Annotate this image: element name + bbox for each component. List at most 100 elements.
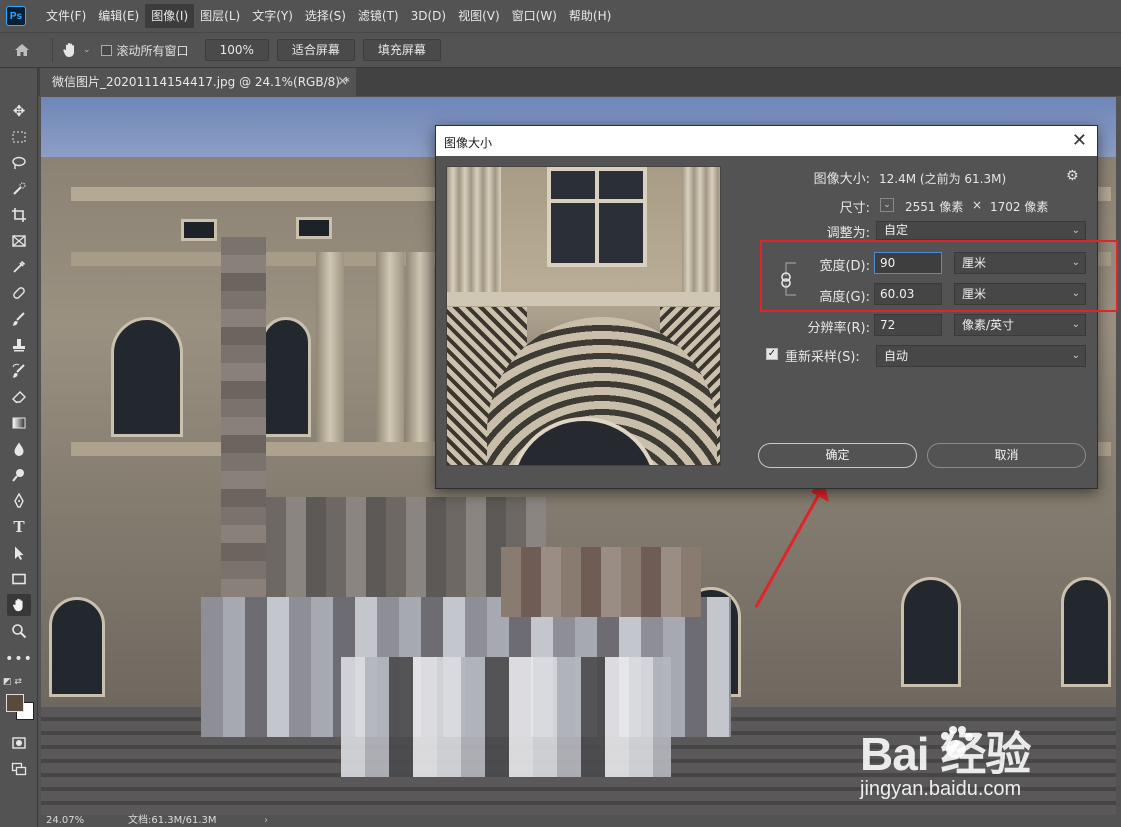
checkmark-icon: ✓ xyxy=(767,348,777,359)
dimensions-width: 2551 像素 xyxy=(905,200,964,214)
stamp-icon xyxy=(13,339,25,352)
watermark-url: jingyan.baidu.com xyxy=(860,778,1022,800)
menu-image[interactable]: 图像(I) xyxy=(145,4,195,28)
healing-brush-tool[interactable] xyxy=(7,282,31,304)
menu-type[interactable]: 文字(Y) xyxy=(246,4,299,28)
resample-checkbox[interactable]: ✓ xyxy=(766,348,778,360)
lasso-icon xyxy=(12,156,26,169)
move-icon: ✥ xyxy=(12,102,26,120)
dialog-titlebar[interactable]: 图像大小 ✕ xyxy=(436,126,1097,156)
marquee-tool[interactable] xyxy=(7,126,31,148)
scroll-all-windows-checkbox[interactable] xyxy=(100,44,112,56)
lasso-tool[interactable] xyxy=(7,152,31,174)
image-size-value: 12.4M (之前为 61.3M) xyxy=(879,172,1007,186)
preview-column xyxy=(682,167,720,292)
zoom-tool[interactable] xyxy=(7,620,31,642)
gear-icon[interactable]: ⚙ xyxy=(1066,168,1079,184)
clone-stamp-tool[interactable] xyxy=(7,334,31,356)
mosaic-blur xyxy=(221,237,266,597)
close-icon[interactable]: ✕ xyxy=(1072,130,1087,151)
image-preview[interactable] xyxy=(446,166,721,466)
type-icon: T xyxy=(13,517,25,536)
dimensions-height: 1702 像素 xyxy=(990,200,1049,214)
crop-tool[interactable] xyxy=(7,204,31,226)
mosaic-blur xyxy=(341,657,671,777)
dodge-tool[interactable] xyxy=(7,464,31,486)
screen-mode-button[interactable] xyxy=(7,758,31,780)
hand-tool-preset[interactable]: ⌄ xyxy=(61,41,91,59)
quick-mask-button[interactable] xyxy=(7,732,31,754)
resolution-input[interactable] xyxy=(874,314,942,336)
healing-brush-icon xyxy=(13,287,25,299)
menu-help[interactable]: 帮助(H) xyxy=(563,4,617,28)
fit-to-select[interactable]: 自定 ⌄ xyxy=(876,221,1086,240)
pen-icon xyxy=(14,493,24,508)
zoom-readout[interactable]: 24.07% xyxy=(46,815,84,827)
move-tool[interactable]: ✥ xyxy=(7,100,31,122)
cancel-button[interactable]: 取消 xyxy=(927,443,1086,468)
photo-window xyxy=(296,217,332,239)
mosaic-blur xyxy=(501,547,701,617)
menu-window[interactable]: 窗口(W) xyxy=(506,4,563,28)
menu-file[interactable]: 文件(F) xyxy=(40,4,92,28)
image-size-label: 图像大小: xyxy=(813,172,870,187)
ok-button[interactable]: 确定 xyxy=(758,443,917,468)
document-tab[interactable]: 微信图片_20201114154417.jpg @ 24.1%(RGB/8) *… xyxy=(40,68,356,96)
preview-window xyxy=(547,167,647,267)
menu-layer[interactable]: 图层(L) xyxy=(194,4,246,28)
brush-tool[interactable] xyxy=(7,308,31,330)
menu-select[interactable]: 选择(S) xyxy=(299,4,352,28)
menu-view[interactable]: 视图(V) xyxy=(452,4,506,28)
quick-selection-tool[interactable] xyxy=(7,178,31,200)
frame-tool[interactable] xyxy=(7,230,31,252)
hand-tool[interactable] xyxy=(7,594,31,616)
history-brush-tool[interactable] xyxy=(7,360,31,382)
photo-window xyxy=(261,317,311,437)
resolution-unit-select[interactable]: 像素/英寸 ⌄ xyxy=(954,314,1086,336)
annotation-highlight-box xyxy=(760,240,1118,312)
ellipsis-icon: ••• xyxy=(5,651,33,667)
rectangle-tool[interactable] xyxy=(7,568,31,590)
frame-icon xyxy=(12,235,26,247)
hand-icon xyxy=(63,43,74,57)
type-tool[interactable]: T xyxy=(7,516,31,538)
close-icon[interactable]: × xyxy=(337,68,348,96)
resample-select[interactable]: 自动 ⌄ xyxy=(876,345,1086,367)
default-colors-icon[interactable]: ◩ ⇄ xyxy=(3,677,22,687)
menu-bar: Ps 文件(F) 编辑(E) 图像(I) 图层(L) 文字(Y) 选择(S) 滤… xyxy=(0,0,1121,32)
document-size-readout[interactable]: 文档:61.3M/61.3M xyxy=(128,815,217,827)
eraser-icon xyxy=(12,391,26,404)
chevron-down-icon: ⌄ xyxy=(1071,225,1080,236)
scroll-all-windows-label: 滚动所有窗口 xyxy=(116,43,189,58)
fit-to-value: 自定 xyxy=(884,223,909,237)
fit-screen-button[interactable]: 适合屏幕 xyxy=(276,39,355,61)
annotation-arrow xyxy=(754,477,829,608)
chevron-right-icon[interactable]: › xyxy=(264,815,268,827)
path-selection-tool[interactable] xyxy=(7,542,31,564)
options-separator xyxy=(52,38,53,62)
eraser-tool[interactable] xyxy=(7,386,31,408)
eyedropper-tool[interactable] xyxy=(7,256,31,278)
chevron-down-icon: ⌄ xyxy=(1071,350,1080,361)
dodge-icon xyxy=(12,469,24,482)
chevron-down-icon: ⌄ xyxy=(1071,319,1080,330)
home-button[interactable] xyxy=(0,42,44,58)
tools-panel: ✥ T ••• ◩ ⇄ xyxy=(0,68,38,827)
blur-tool[interactable] xyxy=(7,438,31,460)
fill-screen-button[interactable]: 填充屏幕 xyxy=(362,39,441,61)
more-tools[interactable]: ••• xyxy=(5,648,33,670)
rectangle-icon xyxy=(12,573,26,585)
foreground-color-swatch[interactable] xyxy=(6,694,24,712)
home-icon xyxy=(15,44,29,56)
gradient-tool[interactable] xyxy=(7,412,31,434)
pen-tool[interactable] xyxy=(7,490,31,512)
quick-selection-icon xyxy=(13,182,26,195)
dimensions-unit-dropdown[interactable]: ⌄ xyxy=(880,198,894,212)
dimensions-times: × xyxy=(972,198,983,212)
document-tab-title: 微信图片_20201114154417.jpg @ 24.1%(RGB/8) * xyxy=(52,75,350,89)
menu-filter[interactable]: 滤镜(T) xyxy=(352,4,405,28)
menu-3d[interactable]: 3D(D) xyxy=(405,4,452,28)
zoom-100-button[interactable]: 100% xyxy=(204,39,269,61)
photo-window xyxy=(181,219,217,241)
menu-edit[interactable]: 编辑(E) xyxy=(92,4,145,28)
